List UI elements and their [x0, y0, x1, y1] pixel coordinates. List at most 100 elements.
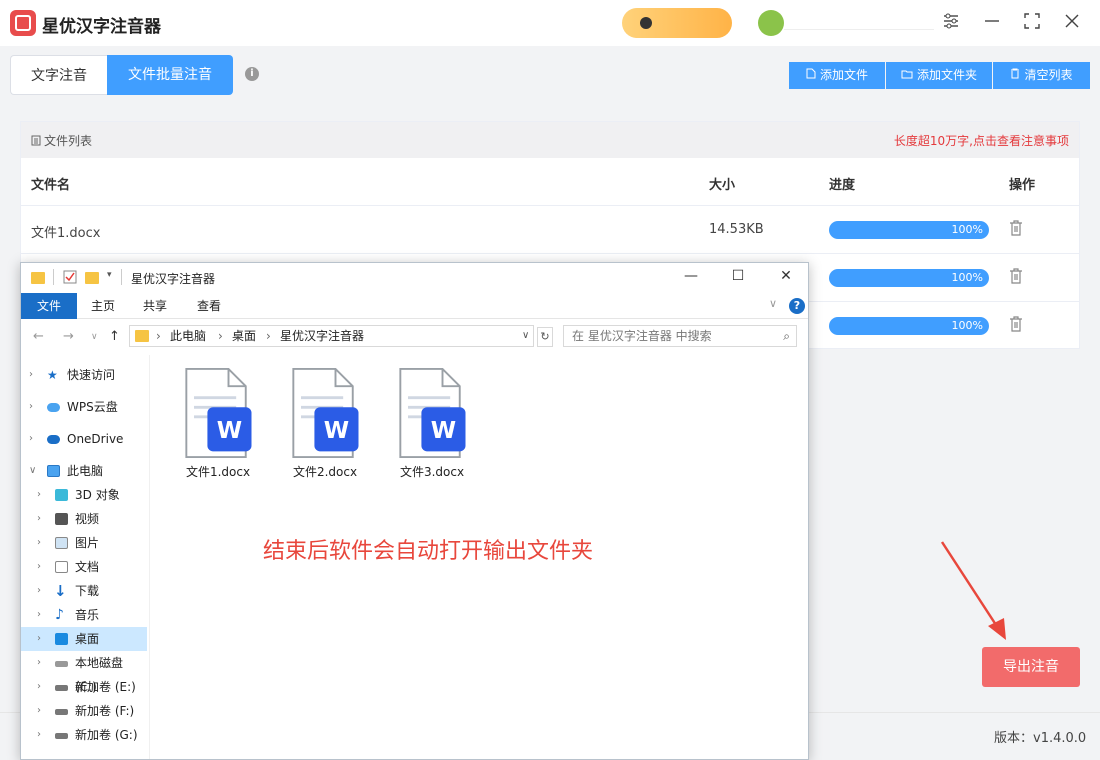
refresh-icon[interactable]: ↻: [537, 327, 553, 347]
add-file-label: 添加文件: [819, 68, 868, 82]
nav-item-videos[interactable]: › 视频: [21, 507, 147, 531]
disk-icon: [55, 733, 68, 739]
nav-item-local-disk-c[interactable]: › 本地磁盘 (C:): [21, 651, 147, 694]
delete-icon[interactable]: [1009, 220, 1023, 236]
maximize-icon[interactable]: ☐: [728, 268, 748, 284]
disk-icon: [55, 709, 68, 715]
clear-list-button[interactable]: 清空列表: [993, 62, 1090, 89]
explorer-title-bar: ▾ 星优汉字注音器 — ☐ ✕: [21, 263, 808, 293]
video-icon: [55, 513, 68, 525]
progress-bar: 100%: [829, 269, 989, 287]
ribbon-tab-file[interactable]: 文件: [21, 293, 77, 319]
address-bar[interactable]: › 此电脑 › 桌面 › 星优汉字注音器 ∨: [129, 325, 534, 347]
add-folder-label: 添加文件夹: [916, 68, 977, 82]
app-logo: [10, 10, 36, 36]
progress-bar: 100%: [829, 317, 989, 335]
version-label: 版本：v1.4.0.0: [994, 731, 1087, 746]
nav-item-3d-objects[interactable]: › 3D 对象: [21, 483, 147, 507]
file-name: 文件2.docx: [292, 465, 358, 479]
properties-icon[interactable]: [63, 270, 77, 284]
ribbon-tab-home[interactable]: 主页: [81, 293, 125, 319]
clear-list-label: 清空列表: [1024, 68, 1073, 82]
search-input[interactable]: 在 星优汉字注音器 中搜索 ⌕: [563, 325, 797, 347]
svg-text:W: W: [324, 418, 349, 444]
nav-item-this-pc[interactable]: ∨ 此电脑: [21, 459, 147, 483]
minimize-icon[interactable]: [981, 12, 1003, 34]
up-icon[interactable]: ↑: [109, 329, 120, 344]
address-row: ← → ∨ ↑ › 此电脑 › 桌面 › 星优汉字注音器 ∨ ↻ 在 星优汉字注…: [21, 321, 808, 353]
title-bar: 星优汉字注音器: [0, 0, 1100, 46]
chevron-down-icon[interactable]: ∨: [522, 326, 529, 346]
word-document-icon: W: [292, 367, 359, 459]
quick-access-dropdown-icon[interactable]: ▾: [107, 270, 112, 280]
tab-text-annotation[interactable]: 文字注音: [10, 55, 107, 95]
settings-icon[interactable]: [940, 12, 962, 34]
folder-icon: [901, 62, 913, 89]
export-annotation-button[interactable]: 导出注音: [982, 647, 1080, 687]
file-explorer-window: ▾ 星优汉字注音器 — ☐ ✕ 文件 主页 共享 查看 ∨ ? ← → ∨ ↑ …: [20, 262, 809, 760]
folder-icon: [31, 272, 45, 284]
file-name: 文件1.docx: [31, 226, 101, 241]
annotation-note: 结束后软件会自动打开输出文件夹: [263, 539, 594, 564]
music-icon: ♪: [55, 607, 64, 623]
disk-icon: [55, 685, 68, 691]
app-title: 星优汉字注音器: [42, 17, 161, 37]
new-folder-icon[interactable]: [85, 272, 99, 284]
close-icon[interactable]: ✕: [776, 268, 796, 284]
breadcrumb-this-pc[interactable]: 此电脑: [170, 326, 206, 346]
download-icon: ↓: [54, 582, 67, 600]
list-icon: [31, 135, 41, 146]
delete-icon[interactable]: [1009, 268, 1023, 284]
cloud-icon: [47, 403, 60, 412]
picture-icon: [55, 537, 68, 549]
nav-item-quick-access[interactable]: › ★ 快速访问: [21, 363, 147, 387]
nav-item-music[interactable]: › ♪ 音乐: [21, 603, 147, 627]
nav-item-wps-cloud[interactable]: › WPS云盘: [21, 395, 147, 419]
forward-icon[interactable]: →: [63, 329, 74, 344]
nav-item-pictures[interactable]: › 图片: [21, 531, 147, 555]
close-icon[interactable]: [1061, 12, 1083, 34]
column-header-name: 文件名: [31, 178, 71, 193]
back-icon[interactable]: ←: [33, 329, 44, 344]
progress-bar: 100%: [829, 221, 989, 239]
search-icon: ⌕: [783, 329, 790, 343]
nav-item-desktop[interactable]: › 桌面: [21, 627, 147, 651]
nav-item-volume-e[interactable]: › 新加卷 (E:): [21, 675, 147, 699]
add-file-button[interactable]: 添加文件: [789, 62, 885, 89]
tab-batch-annotation[interactable]: 文件批量注音: [107, 55, 233, 95]
help-icon[interactable]: ?: [789, 298, 805, 314]
recent-dropdown-icon[interactable]: ∨: [91, 332, 98, 342]
breadcrumb-desktop[interactable]: 桌面: [232, 326, 256, 346]
star-icon: ★: [47, 368, 58, 382]
ribbon-tab-share[interactable]: 共享: [133, 293, 177, 319]
search-placeholder: 在 星优汉字注音器 中搜索: [572, 329, 712, 343]
nav-item-downloads[interactable]: › ↓ 下载: [21, 579, 147, 603]
chevron-down-icon[interactable]: ∨: [769, 297, 777, 310]
avatar[interactable]: [758, 10, 784, 36]
chevron-right-icon: ›: [156, 329, 161, 343]
nav-item-onedrive[interactable]: › OneDrive: [21, 427, 147, 451]
column-header-action: 操作: [1009, 178, 1036, 193]
word-document-icon: W: [399, 367, 466, 459]
nav-item-volume-f[interactable]: › 新加卷 (F:): [21, 699, 147, 723]
info-icon[interactable]: i: [245, 67, 259, 81]
delete-icon[interactable]: [1009, 316, 1023, 332]
account-pill[interactable]: [622, 8, 732, 38]
maximize-icon[interactable]: [1021, 12, 1043, 34]
onedrive-icon: [47, 435, 60, 444]
svg-text:W: W: [431, 418, 456, 444]
nav-item-documents[interactable]: › 文档: [21, 555, 147, 579]
trash-icon: [1010, 62, 1020, 89]
nav-item-volume-g[interactable]: › 新加卷 (G:): [21, 723, 147, 747]
breadcrumb-folder[interactable]: 星优汉字注音器: [280, 326, 364, 346]
explorer-title: 星优汉字注音器: [131, 272, 216, 286]
ribbon-tab-view[interactable]: 查看: [187, 293, 231, 319]
disk-icon: [55, 661, 68, 667]
file-name: 文件1.docx: [185, 465, 251, 479]
file-list-title: 文件列表: [31, 132, 92, 149]
minimize-icon[interactable]: —: [681, 268, 701, 284]
length-warning-link[interactable]: 长度超10万字,点击查看注意事项: [894, 132, 1069, 149]
add-folder-button[interactable]: 添加文件夹: [886, 62, 992, 89]
file-list-header: 文件列表 长度超10万字,点击查看注意事项: [21, 122, 1079, 158]
column-header-progress: 进度: [829, 178, 856, 193]
